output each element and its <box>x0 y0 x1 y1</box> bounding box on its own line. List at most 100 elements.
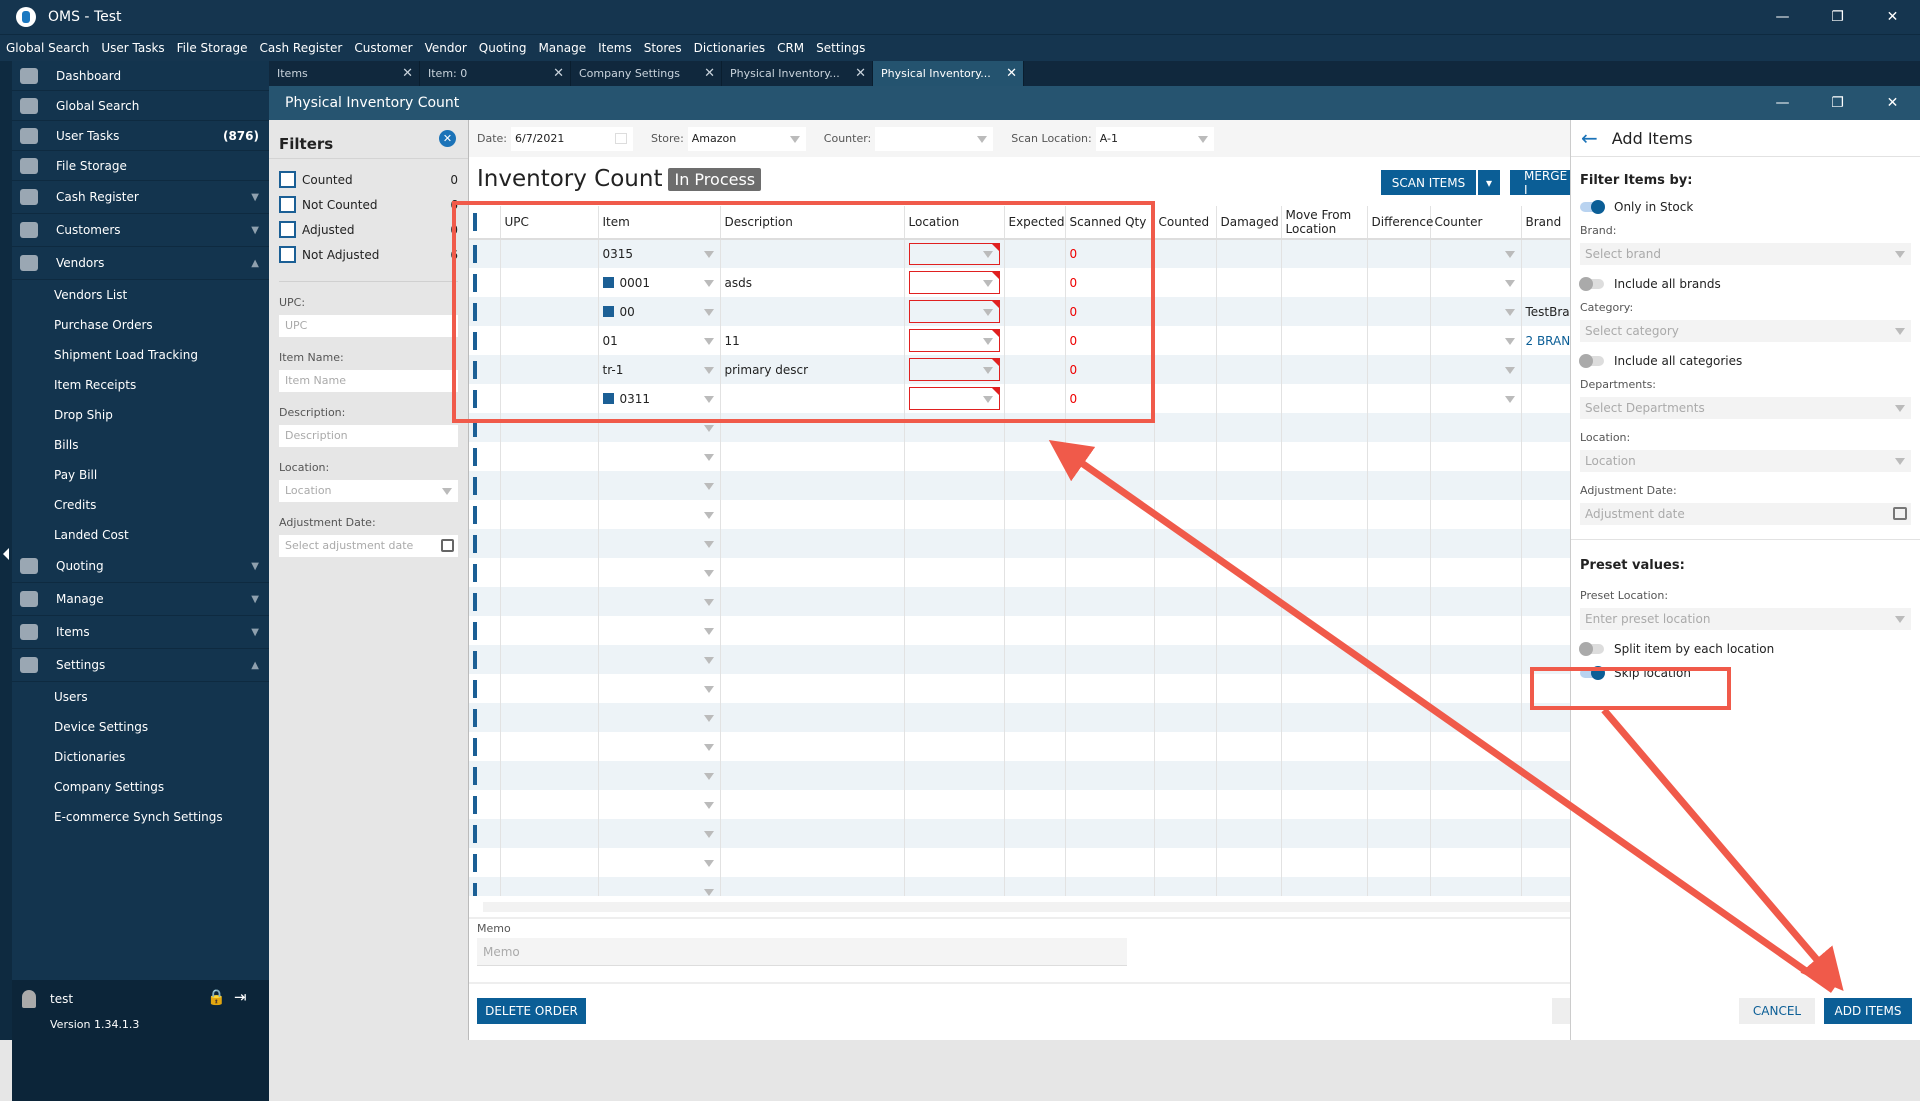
table-row[interactable]: tr-1 primary descr 0 <box>469 355 1571 384</box>
location-select[interactable]: Location <box>1580 450 1911 472</box>
delete-order-button[interactable]: DELETE ORDER <box>477 998 586 1024</box>
row-checkbox[interactable] <box>473 302 477 321</box>
row-checkbox[interactable] <box>473 245 477 263</box>
filter-counted[interactable]: Counted 0 <box>279 167 458 192</box>
scan-items-button[interactable]: SCAN ITEMS <box>1381 170 1476 195</box>
row-checkbox[interactable] <box>473 273 477 292</box>
column-header[interactable]: Location <box>904 206 1005 240</box>
cell[interactable] <box>1430 877 1522 896</box>
cell[interactable]: 0001 <box>598 268 721 297</box>
row-checkbox[interactable] <box>473 418 477 437</box>
cell[interactable] <box>469 587 501 616</box>
select-all-checkbox[interactable] <box>473 213 477 231</box>
tab-1[interactable]: Item: 0 ✕ <box>420 61 571 86</box>
cell[interactable] <box>1430 529 1522 558</box>
cell[interactable] <box>904 587 1005 616</box>
cell[interactable] <box>1430 413 1522 442</box>
column-header[interactable]: Scanned Qty <box>1065 206 1155 240</box>
sidebar-item-vendors-list[interactable]: Vendors List <box>12 280 269 310</box>
table-row[interactable] <box>469 790 1571 819</box>
cell[interactable] <box>598 587 721 616</box>
cell[interactable] <box>1430 761 1522 790</box>
row-checkbox[interactable] <box>473 737 477 756</box>
item-name-input[interactable]: Item Name <box>279 370 458 392</box>
menu-customer[interactable]: Customer <box>354 41 412 55</box>
scan-location-select[interactable]: A-1 <box>1095 126 1214 151</box>
table-row[interactable] <box>469 674 1571 703</box>
row-checkbox[interactable] <box>473 592 477 611</box>
toggle-switch[interactable] <box>1580 200 1605 214</box>
sidebar-item-landed-cost[interactable]: Landed Cost <box>12 520 269 550</box>
cell[interactable]: 01 <box>598 326 721 355</box>
row-checkbox[interactable] <box>473 447 477 466</box>
window-restore-button[interactable]: ❐ <box>1810 86 1865 120</box>
row-checkbox[interactable] <box>473 766 477 785</box>
cell[interactable] <box>598 442 721 471</box>
table-row[interactable] <box>469 645 1571 674</box>
toggle-switch[interactable] <box>1580 666 1605 680</box>
include-all-brands-toggle[interactable]: Include all brands <box>1579 273 1911 295</box>
toggle-switch[interactable] <box>1579 354 1604 368</box>
row-checkbox[interactable] <box>473 882 477 896</box>
row-checkbox[interactable] <box>473 534 477 553</box>
memo-input[interactable]: Memo <box>477 938 1127 966</box>
cell[interactable] <box>469 384 501 413</box>
menu-cash-register[interactable]: Cash Register <box>260 41 343 55</box>
cell[interactable] <box>598 819 721 848</box>
location-select[interactable] <box>908 271 1000 294</box>
row-checkbox[interactable] <box>473 679 477 698</box>
menu-stores[interactable]: Stores <box>644 41 682 55</box>
sidebar-item-settings[interactable]: Settings ▲ <box>12 649 269 682</box>
back-arrow-icon[interactable]: ← <box>1581 126 1598 150</box>
row-checkbox[interactable] <box>473 505 477 524</box>
horizontal-scrollbar[interactable] <box>483 902 1571 912</box>
cell[interactable] <box>598 558 721 587</box>
cell[interactable] <box>904 674 1005 703</box>
cell[interactable] <box>1430 355 1522 384</box>
cell[interactable] <box>904 732 1005 761</box>
tab-3[interactable]: Physical Inventory... ✕ <box>722 61 873 86</box>
filter-adjusted[interactable]: Adjusted 0 <box>279 217 458 242</box>
location-select[interactable] <box>908 387 1000 410</box>
cell[interactable] <box>904 326 1005 355</box>
table-row[interactable] <box>469 558 1571 587</box>
cell[interactable] <box>469 848 501 877</box>
cell[interactable] <box>469 761 501 790</box>
scan-items-dropdown-button[interactable]: ▾ <box>1478 170 1500 195</box>
cell[interactable] <box>1430 239 1522 268</box>
cell[interactable] <box>469 471 501 500</box>
cell[interactable] <box>1430 297 1522 326</box>
checkbox[interactable] <box>279 246 296 263</box>
upc-input[interactable]: UPC <box>279 315 458 337</box>
column-header[interactable]: UPC <box>500 206 599 240</box>
select-all-header[interactable] <box>469 206 501 240</box>
cell[interactable] <box>598 645 721 674</box>
table-row[interactable]: 000TestBran <box>469 297 1571 326</box>
cell[interactable] <box>904 558 1005 587</box>
calendar-icon[interactable] <box>441 539 454 552</box>
tab-0[interactable]: Items ✕ <box>269 61 420 86</box>
sidebar-item-items[interactable]: Items ▼ <box>12 616 269 649</box>
location-select[interactable] <box>908 243 1000 265</box>
column-header[interactable]: Counted <box>1154 206 1217 240</box>
merge-button[interactable]: MERGE I <box>1510 170 1571 195</box>
close-tab-icon[interactable]: ✕ <box>855 66 866 81</box>
window-minimize-button[interactable]: — <box>1755 86 1810 120</box>
calendar-icon[interactable] <box>1893 507 1907 520</box>
row-checkbox[interactable] <box>473 621 477 640</box>
cell[interactable] <box>469 326 501 355</box>
brand-value[interactable]: 2 BRANI <box>1526 334 1572 348</box>
toggle-switch[interactable] <box>1579 277 1604 291</box>
checkbox[interactable] <box>279 221 296 238</box>
close-tab-icon[interactable]: ✕ <box>402 66 413 81</box>
cell[interactable] <box>598 790 721 819</box>
menu-settings[interactable]: Settings <box>816 41 865 55</box>
location-select[interactable] <box>908 300 1000 323</box>
location-select[interactable] <box>908 358 1000 381</box>
counter-select[interactable] <box>875 126 994 151</box>
cell[interactable] <box>469 442 501 471</box>
row-checkbox[interactable] <box>473 650 477 669</box>
adjustment-date-input[interactable]: Adjustment date <box>1580 503 1911 525</box>
cell[interactable]: 00 <box>598 297 721 326</box>
row-checkbox[interactable] <box>473 331 477 350</box>
